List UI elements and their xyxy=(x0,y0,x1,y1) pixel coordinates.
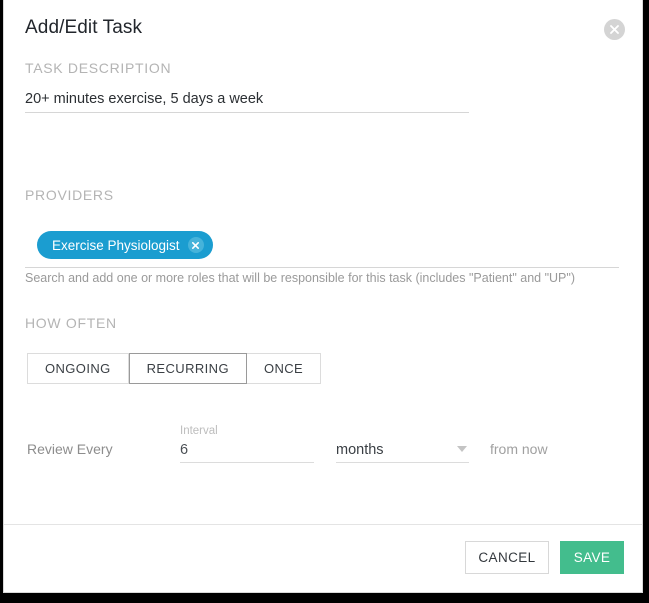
task-description-label: TASK DESCRIPTION xyxy=(25,60,172,76)
footer-divider xyxy=(4,524,642,525)
tab-ongoing[interactable]: ONGOING xyxy=(27,353,129,384)
provider-chip-label: Exercise Physiologist xyxy=(52,237,180,253)
recurrence-unit-field: daysweeksmonthsyears xyxy=(336,437,469,463)
providers-field[interactable]: Exercise Physiologist xyxy=(25,230,619,268)
providers-label: PROVIDERS xyxy=(25,187,114,203)
cancel-button[interactable]: CANCEL xyxy=(465,541,549,574)
how-often-label: HOW OFTEN xyxy=(25,315,117,331)
tab-recurring[interactable]: RECURRING xyxy=(128,353,247,384)
close-icon xyxy=(610,25,619,34)
close-icon xyxy=(192,241,200,249)
interval-field-label: Interval xyxy=(180,425,218,437)
save-button[interactable]: SAVE xyxy=(560,541,624,574)
review-every-label: Review Every xyxy=(27,441,113,457)
add-edit-task-dialog: Add/Edit Task TASK DESCRIPTION PROVIDERS… xyxy=(3,0,643,593)
from-now-label: from now xyxy=(490,441,548,457)
provider-chip-remove-button[interactable] xyxy=(187,237,204,253)
close-button[interactable] xyxy=(604,19,625,40)
tab-once[interactable]: ONCE xyxy=(246,353,322,384)
task-description-input[interactable] xyxy=(25,86,469,113)
dialog-title: Add/Edit Task xyxy=(25,17,143,38)
recurrence-unit-select[interactable]: daysweeksmonthsyears xyxy=(336,437,469,462)
providers-helper-text: Search and add one or more roles that wi… xyxy=(25,271,575,285)
how-often-tab-group: ONGOING RECURRING ONCE xyxy=(27,353,322,384)
interval-input[interactable] xyxy=(180,437,314,463)
provider-chip[interactable]: Exercise Physiologist xyxy=(37,231,213,259)
